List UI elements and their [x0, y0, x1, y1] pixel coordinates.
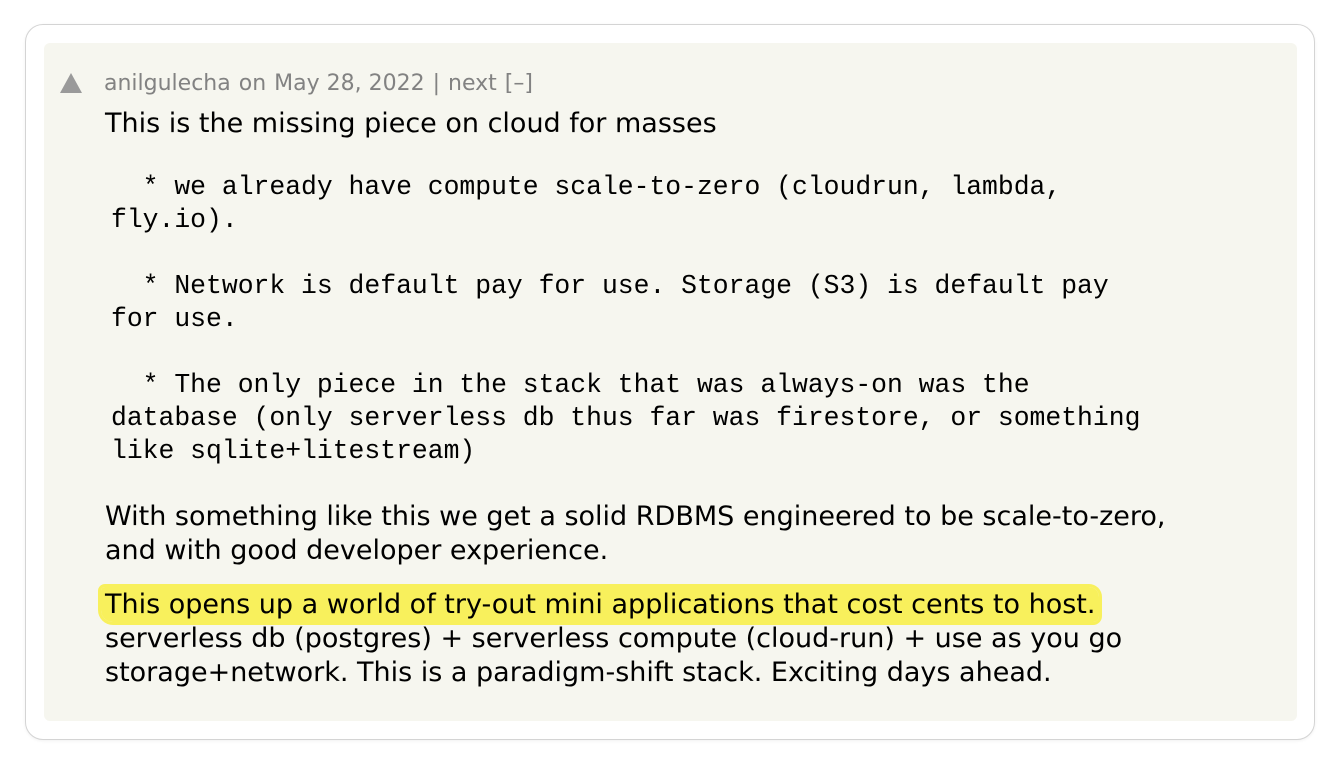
paragraph-3-line-1: This opens up a world of try-out mini ap…: [101, 587, 1285, 622]
comment-intro: This is the missing piece on cloud for m…: [105, 108, 717, 139]
bullet-1-line-1: * we already have compute scale-to-zero …: [111, 172, 1062, 202]
header-separator: |: [432, 70, 441, 96]
collapse-toggle[interactable]: [–]: [505, 71, 533, 96]
bullet-1-line-2: fly.io).: [111, 205, 238, 235]
bullet-2-line-2: for use.: [111, 304, 238, 334]
comment-author-link[interactable]: anilgulecha: [104, 71, 231, 96]
screenshot-card: anilgulecha on May 28, 2022 | next [–] T…: [25, 24, 1315, 740]
upvote-arrow-icon[interactable]: [60, 73, 82, 93]
comment-date-link[interactable]: May 28, 2022: [274, 71, 424, 96]
bullet-2-line-1: * Network is default pay for use. Storag…: [111, 271, 1109, 301]
comment-body: This is the missing piece on cloud for m…: [101, 107, 1285, 690]
bullet-3-line-2: database (only serverless db thus far wa…: [111, 403, 1141, 433]
bullet-3-line-3: like sqlite+litestream): [111, 436, 476, 466]
bullet-3-line-1: * The only piece in the stack that was a…: [111, 370, 1030, 400]
paragraph-3-line-3: storage+network. This is a paradigm-shif…: [105, 657, 1052, 688]
comment-header: anilgulecha on May 28, 2022 | next [–]: [60, 69, 533, 97]
highlighted-text: This opens up a world of try-out mini ap…: [101, 587, 1100, 622]
paragraph-2-line-1: With something like this we get a solid …: [105, 501, 1166, 532]
paragraph-3-line-2: serverless db (postgres) + serverless co…: [105, 623, 1123, 654]
comment-on-label: on: [238, 70, 267, 96]
comment: anilgulecha on May 28, 2022 | next [–] T…: [44, 43, 1297, 721]
next-link[interactable]: next: [448, 71, 497, 96]
paragraph-2-line-2: and with good developer experience.: [105, 535, 609, 566]
